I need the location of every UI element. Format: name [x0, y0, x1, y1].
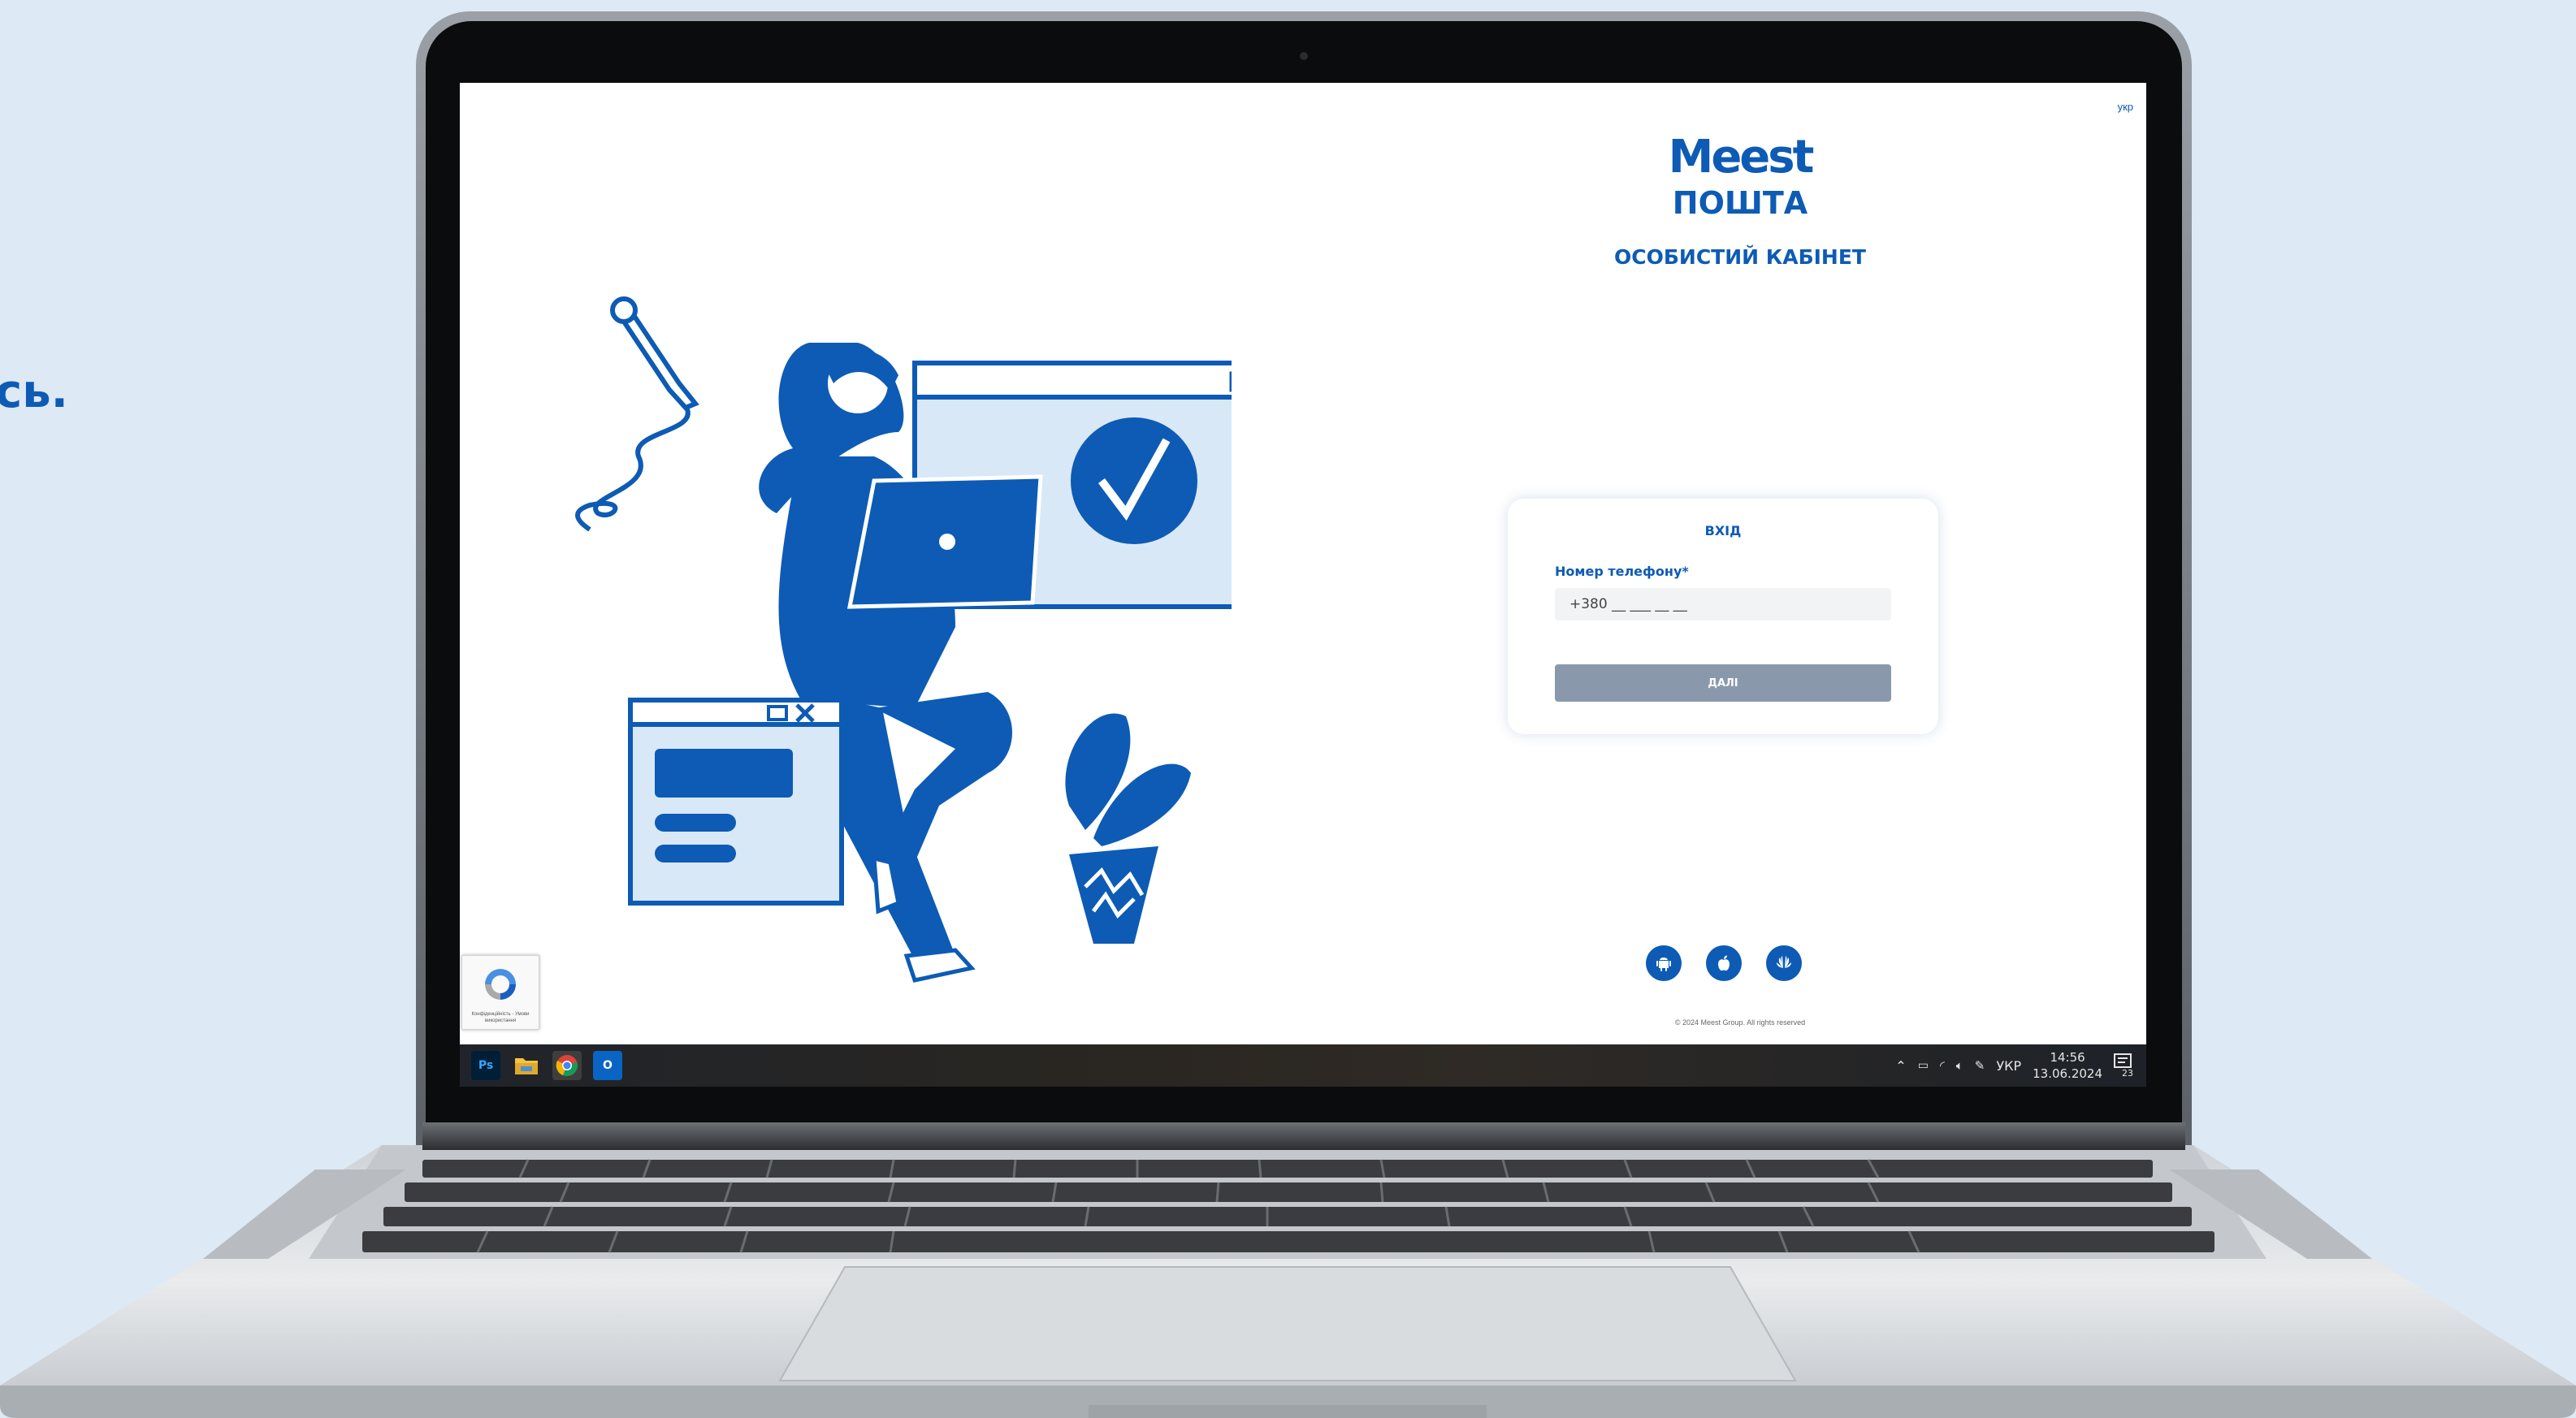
webcam	[1300, 52, 1308, 60]
chrome-app[interactable]	[552, 1051, 582, 1080]
logo-subtitle: ПОШТА	[1672, 185, 1808, 221]
android-icon[interactable]	[1646, 945, 1682, 981]
meest-logo: Meest	[1668, 131, 1815, 184]
recaptcha-badge[interactable]: Конфіденційність - Умови використання	[461, 955, 539, 1030]
tray-language[interactable]: УКР	[1996, 1058, 2021, 1074]
notification-icon	[2114, 1053, 2132, 1068]
file-explorer-app[interactable]	[512, 1051, 541, 1080]
pencil-icon	[575, 296, 699, 532]
chrome-icon	[556, 1055, 578, 1076]
form-window-graphic	[628, 698, 844, 906]
held-laptop-graphic	[846, 474, 1043, 609]
huawei-icon[interactable]	[1766, 945, 1802, 981]
required-mark: *	[1682, 564, 1689, 579]
laptop-screen: укр Meest ПОШТА ОСОБИСТИЙ КАБІНЕТ ВХІД Н…	[460, 83, 2146, 1087]
outlook-app[interactable]: O	[593, 1051, 622, 1080]
photoshop-app[interactable]: Ps	[471, 1051, 500, 1080]
outlook-label: O	[603, 1059, 613, 1072]
recaptcha-terms[interactable]: Конфіденційність - Умови використання	[462, 1011, 539, 1024]
system-tray: ⌃ ▭ ◜ 🔈︎ ✎ УКР 14:56 13.06.2024 23	[1895, 1044, 2135, 1087]
notification-count: 23	[2122, 1068, 2133, 1079]
windows-taskbar: Ps O ⌃ ▭ ◜ 🔈︎ ✎ УКР 14:56 13.06.2024 23	[460, 1044, 2146, 1087]
clock-time: 14:56	[2050, 1050, 2085, 1065]
notification-center[interactable]: 23	[2114, 1053, 2135, 1079]
copyright-text: © 2024 Meest Group. All rights reserved	[1674, 1018, 1806, 1027]
battery-icon[interactable]: ▭	[1918, 1059, 1929, 1072]
next-button[interactable]: ДАЛІ	[1555, 664, 1891, 702]
laptop-hinge	[422, 1122, 2185, 1150]
recaptcha-icon	[485, 969, 516, 1000]
background-headline-fragment: сь.	[0, 365, 68, 418]
phone-label-text: Номер телефону	[1555, 564, 1682, 579]
phone-input[interactable]	[1555, 588, 1891, 620]
chevron-up-icon[interactable]: ⌃	[1895, 1058, 1906, 1074]
clock[interactable]: 14:56 13.06.2024	[2033, 1049, 2102, 1082]
plant-graphic	[1065, 713, 1191, 944]
language-switch-link[interactable]: укр	[2118, 101, 2133, 113]
app-store-links	[1646, 945, 1802, 981]
apple-icon[interactable]	[1706, 945, 1742, 981]
page-title: ОСОБИСТИЙ КАБІНЕТ	[1614, 245, 1866, 269]
photoshop-label: Ps	[478, 1059, 494, 1072]
hero-illustration	[575, 296, 1232, 983]
laptop-base	[0, 1145, 2576, 1418]
phone-label: Номер телефону*	[1555, 564, 1689, 579]
wifi-icon[interactable]: ◜	[1940, 1058, 1945, 1073]
clock-date: 13.06.2024	[2033, 1066, 2102, 1081]
brand-header: Meest ПОШТА ОСОБИСТИЙ КАБІНЕТ	[1480, 131, 2000, 270]
login-title: ВХІД	[1704, 523, 1742, 538]
pen-icon[interactable]: ✎	[1975, 1058, 1985, 1073]
folder-icon	[515, 1058, 538, 1074]
login-card: ВХІД Номер телефону* ДАЛІ	[1508, 499, 1938, 734]
volume-icon[interactable]: 🔈︎	[1956, 1058, 1963, 1073]
